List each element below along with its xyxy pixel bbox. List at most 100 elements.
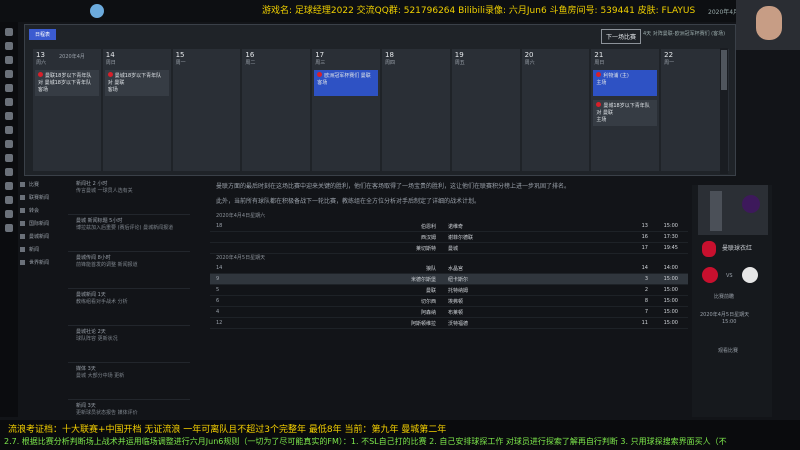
club-crest-icon (317, 72, 323, 77)
sidebar (0, 22, 18, 417)
event-sub: 客场 (317, 80, 328, 86)
calendar-event[interactable]: 欧洲冠军杯赛们 曼联 客场 (314, 70, 378, 96)
club-icon[interactable] (5, 154, 13, 162)
caption-line-2: 2.7. 根据比赛分析判断场上战术并运用临场调整进行六月Jun6规则（一切为了尽… (4, 437, 727, 446)
watch-link[interactable]: 观看比赛 (718, 347, 738, 354)
calendar-day[interactable]: 20 周六 (521, 49, 590, 171)
nav-dot-icon (20, 260, 25, 265)
nav-item[interactable]: 联赛新闻 (18, 191, 68, 204)
stream-caption: 流浪考证档：十大联赛+中国开档 无证流浪 一年可离队且不超过3个完整年 最低8年… (0, 420, 800, 450)
day-weekday: 周一 (175, 60, 186, 66)
event-text: 曼城18岁以下青年队 对 曼联 (107, 73, 162, 86)
fixture-row[interactable]: 18 伯恩利 诺维奇 13 15:00 (210, 221, 688, 232)
fixture-row[interactable]: 9 米德尔斯堡 纽卡斯尔 3 15:00 (210, 274, 688, 285)
news-item[interactable]: 曼城传闻 8小时 前锋能首发的调整 新闻报道 (68, 252, 190, 289)
premier-league-banner (698, 185, 768, 235)
nav-dot-icon (20, 182, 25, 187)
fixture-row[interactable]: 4 阿森纳 布莱顿 7 15:00 (210, 307, 688, 318)
middlesbrough-badge-icon (702, 267, 718, 283)
news-item[interactable]: 曼城 新闻标题 5小时 博拉兹加入后重要 (赛后评论) 曼城新闻报道 (68, 215, 190, 252)
calendar-day[interactable]: 18 周四 (381, 49, 450, 171)
right-panel: 曼联球衣红 VS 比赛前瞻 2020年4月5日星期天 15:00 观看比赛 (692, 185, 772, 417)
fixture-r1: 11 (641, 320, 648, 326)
news-item[interactable]: 曼城社论 2天 球队阵容 更新状况 (68, 326, 190, 363)
club-crest-icon (596, 72, 602, 77)
nav-item[interactable]: 曼城新闻 (18, 230, 68, 243)
stream-ticker: 游戏名: 足球经理2022 交流QQ群: 521796264 Bilibili录… (262, 6, 696, 16)
calendar-day[interactable]: 19 周五 (451, 49, 520, 171)
inbox-icon[interactable] (5, 42, 13, 50)
fixture-row[interactable]: 莱切斯特 曼城 17 19:45 (210, 243, 688, 254)
fixture-rank: 4 (216, 309, 220, 315)
next-match-button[interactable]: 下一场比赛 (601, 29, 642, 44)
calendar-day[interactable]: 15 周一 (172, 49, 241, 171)
match-time: 15:00 (722, 319, 737, 325)
fixture-r1: 7 (644, 309, 648, 315)
nav-item[interactable]: 世界新闻 (18, 256, 68, 269)
event-text: 欧洲冠军杯赛们 曼联 (324, 73, 371, 79)
article-paragraph: 此外，当前所有球队都在积极备战下一轮比赛，教练组在全方位分析对手后制定了详细的战… (216, 198, 481, 205)
calendar-event[interactable]: 利物浦 (主) 主场 (593, 70, 658, 96)
home-icon[interactable] (5, 28, 13, 36)
calendar-grid: 13 周六 2020年4月 曼联18岁以下青年队 对 曼城18岁以下青年队 客场 14 周日… (33, 49, 731, 171)
fixture-away: 曼城 (448, 245, 459, 252)
fixture-r2: 15:00 (663, 320, 678, 326)
transfers-icon[interactable] (5, 112, 13, 120)
day-weekday: 周六 (36, 60, 47, 66)
tactics-icon[interactable] (5, 70, 13, 78)
event-sub: 主场 (596, 80, 607, 86)
day-number: 21 (594, 51, 604, 59)
calendar-day[interactable]: 22 周一 (661, 49, 729, 171)
fixture-home: 切尔西 (420, 298, 436, 305)
fixture-row[interactable]: 6 切尔西 埃弗顿 8 15:00 (210, 296, 688, 307)
nav-item[interactable]: 转会 (18, 204, 68, 217)
scroll-thumb[interactable] (721, 50, 727, 90)
club-badge-icon[interactable] (90, 4, 104, 18)
trophy-icon[interactable] (5, 224, 13, 232)
news-item[interactable]: 新闻社 2 小时 传言曼城 一球员人选有关 (68, 178, 190, 215)
news-item[interactable]: 媒体 3天 曼城 大部分中场 更新 (68, 363, 190, 400)
fixture-row[interactable]: 14 狼队 水晶宫 14 14:00 (210, 263, 688, 274)
day-number: 20 (524, 51, 534, 59)
fixture-r2: 15:00 (663, 287, 678, 293)
scrollbar[interactable] (720, 48, 728, 174)
calendar-event[interactable]: 曼联18岁以下青年队 对 曼城18岁以下青年队 客场 (35, 70, 99, 96)
club-crest-icon (596, 102, 602, 107)
day-weekday: 周日 (594, 60, 605, 66)
fixture-home: 曼联 (425, 287, 436, 294)
day-number: 14 (105, 51, 115, 59)
fixture-row[interactable]: 5 曼联 托特纳姆 2 15:00 (210, 285, 688, 296)
news-item[interactable]: 曼城新闻 1天 教练组看对手战术 分析 (68, 289, 190, 326)
vs-label: VS (726, 273, 733, 279)
calendar-day[interactable]: 17 周三 欧洲冠军杯赛们 曼联 客场 (312, 49, 380, 171)
day-weekday: 周五 (454, 60, 465, 66)
nav-item[interactable]: 新闻 (18, 243, 68, 256)
manutd-badge-icon (702, 241, 716, 257)
schedule-icon[interactable] (5, 84, 13, 92)
calendar-day[interactable]: 14 周日 曼城18岁以下青年队 对 曼联 客场 (102, 49, 171, 171)
calendar-day[interactable]: 16 周二 (242, 49, 311, 171)
calendar-day[interactable]: 13 周六 2020年4月 曼联18岁以下青年队 对 曼城18岁以下青年队 客场 (33, 49, 101, 171)
squad-icon[interactable] (5, 56, 13, 64)
finance-icon[interactable] (5, 168, 13, 176)
calendar-event[interactable]: 曼城18岁以下青年队 对 曼联 主场 (593, 100, 658, 126)
fixture-rank: 9 (216, 276, 220, 282)
dev-icon[interactable] (5, 182, 13, 190)
calendar-event[interactable]: 曼城18岁以下青年队 对 曼联 客场 (104, 70, 169, 96)
fixture-r1: 13 (641, 223, 648, 229)
scouting-icon[interactable] (5, 126, 13, 134)
day-number: 18 (384, 51, 394, 59)
fixture-r2: 14:00 (663, 265, 678, 271)
news-icon[interactable] (5, 210, 13, 218)
competitions-icon[interactable] (5, 98, 13, 106)
training-icon[interactable] (5, 140, 13, 148)
nav-item[interactable]: 国际新闻 (18, 217, 68, 230)
calendar-day[interactable]: 21 周日利物浦 (主) 主场 曼城18岁以下青年队 对 曼联 主场 (591, 49, 660, 171)
event-text: 曼联18岁以下青年队 对 曼城18岁以下青年队 (38, 73, 92, 86)
report-icon[interactable] (5, 196, 13, 204)
newcastle-badge-icon (742, 267, 758, 283)
fixture-row[interactable]: 12 阿斯顿维拉 沃特福德 11 15:00 (210, 318, 688, 329)
nav-item[interactable]: 比赛 (18, 178, 68, 191)
calendar-badge[interactable]: 日程表 (29, 29, 57, 40)
fixture-row[interactable]: 西汉姆 谢菲尔德联 16 17:30 (210, 232, 688, 243)
